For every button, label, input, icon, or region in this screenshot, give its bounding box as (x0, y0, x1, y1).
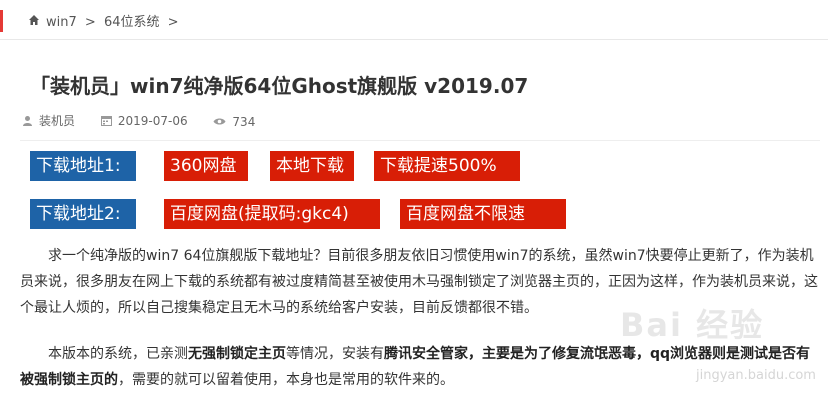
download-link-baidu-unlimited[interactable]: 百度网盘不限速 (400, 199, 566, 229)
p2-bold-1: 无强制锁定主页 (188, 346, 286, 362)
meta-author: 装机员 (22, 112, 75, 129)
watermark-logo: Bai 经验 (620, 306, 765, 344)
home-icon[interactable] (28, 14, 40, 26)
p2-text-1: 本版本的系统，已亲测 (48, 346, 188, 362)
breadcrumb: win7 > 64位系统 > (0, 0, 828, 40)
meta-views: 734 (213, 115, 255, 129)
download-link-speedup[interactable]: 下载提速500% (374, 151, 520, 181)
breadcrumb-accent-bar (0, 10, 3, 32)
user-icon (23, 116, 32, 126)
download-link-baidu[interactable]: 百度网盘(提取码:gkc4) (164, 199, 380, 229)
breadcrumb-separator: > (84, 15, 96, 30)
calendar-icon (100, 116, 112, 126)
download-link-local[interactable]: 本地下载 (270, 151, 354, 181)
view-count: 734 (232, 114, 256, 129)
p2-text-3: ，需要的就可以留着使用，本身也是常用的软件来的。 (118, 372, 454, 388)
meta-date: 2019-07-06 (100, 113, 188, 128)
article-meta: 装机员 2019-07-06 734 (22, 112, 277, 130)
divider (20, 140, 820, 141)
breadcrumb-separator: > (167, 15, 179, 30)
page-title: 「装机员」win7纯净版64位Ghost旗舰版 v2019.07 (30, 74, 529, 98)
p2-text-2: 等情况，安装有 (286, 346, 384, 362)
publish-date: 2019-07-06 (117, 113, 188, 128)
watermark: Bai 经验 jingyan.baidu.com (600, 300, 820, 390)
author-name[interactable]: 装机员 (39, 112, 75, 129)
download-label-2: 下载地址2: (30, 199, 136, 229)
breadcrumb-trail: win7 > 64位系统 > (46, 11, 183, 30)
breadcrumb-link-win7[interactable]: win7 (46, 15, 77, 30)
download-label-1: 下载地址1: (30, 151, 136, 181)
watermark-url: jingyan.baidu.com (696, 368, 816, 383)
download-link-360[interactable]: 360网盘 (164, 151, 248, 181)
eye-icon (213, 118, 226, 125)
breadcrumb-link-64bit[interactable]: 64位系统 (104, 15, 160, 30)
